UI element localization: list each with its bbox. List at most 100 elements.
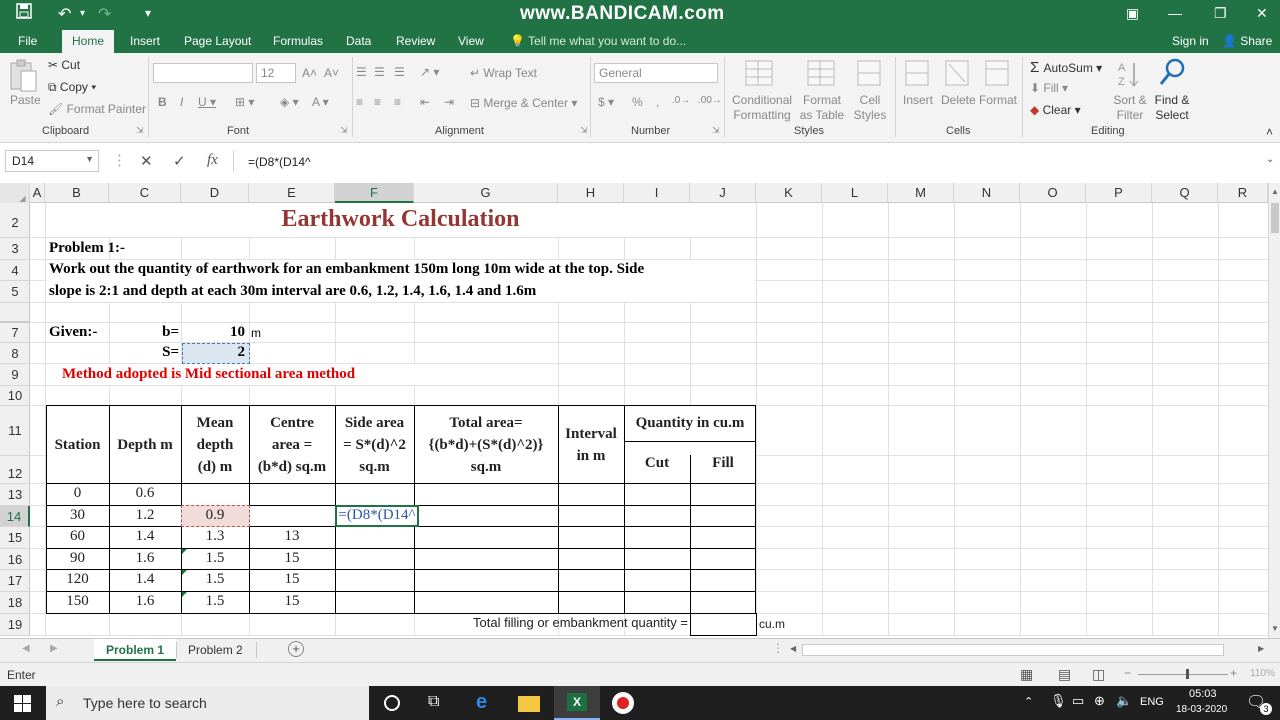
accounting-icon[interactable]: $ ▾	[598, 95, 614, 109]
conditional-formatting-button[interactable]: Conditional Formatting	[732, 93, 792, 123]
task-view-icon[interactable]: ⧉	[428, 693, 439, 711]
row-header-2[interactable]: 2	[0, 203, 30, 238]
total-value-cell[interactable]	[690, 613, 757, 636]
row-header-8[interactable]: 8	[0, 343, 30, 364]
vertical-scrollbar[interactable]: ▲ ▼	[1268, 183, 1280, 638]
insert-cells-button[interactable]: Insert	[903, 93, 933, 107]
col-header-h[interactable]: H	[558, 183, 624, 203]
font-size-box[interactable]: 12	[256, 63, 296, 83]
new-sheet-icon[interactable]: +	[288, 641, 304, 657]
row-header-5[interactable]: 5	[0, 281, 30, 303]
cancel-entry-icon[interactable]: ✕	[140, 152, 153, 170]
active-cell-formula[interactable]: =(D8*(D14^	[330, 507, 424, 524]
formula-input[interactable]: =(D8*(D14^	[248, 155, 311, 169]
col-header-o[interactable]: O	[1020, 183, 1086, 203]
sort-filter-button[interactable]: Sort & Filter	[1110, 93, 1150, 123]
delete-cells-button[interactable]: Delete	[941, 93, 976, 107]
worksheet-grid[interactable]: Earthwork Calculation Problem 1:- Work o…	[30, 203, 1268, 636]
row-header-10[interactable]: 10	[0, 386, 30, 406]
tab-review[interactable]: Review	[396, 34, 435, 48]
paste-button[interactable]: Paste	[10, 93, 41, 107]
row-header-13[interactable]: 13	[0, 484, 30, 506]
row-header-14[interactable]: 14	[0, 506, 30, 527]
select-all-corner[interactable]: ◢	[0, 183, 30, 203]
percent-icon[interactable]: %	[632, 95, 643, 109]
tell-me-box[interactable]: 💡 Tell me what you want to do...	[510, 34, 686, 48]
find-select-icon[interactable]	[1158, 57, 1188, 92]
insert-function-icon[interactable]: fx	[207, 152, 218, 169]
zoom-slider[interactable]	[1138, 674, 1228, 675]
font-name-box[interactable]	[153, 63, 253, 83]
tab-home[interactable]: Home	[62, 30, 115, 53]
scroll-right-icon[interactable]: ▶	[1258, 644, 1264, 653]
page-break-view-icon[interactable]: ◫	[1092, 666, 1105, 683]
col-header-j[interactable]: J	[690, 183, 756, 203]
col-header-n[interactable]: N	[954, 183, 1020, 203]
row-header-16[interactable]: 16	[0, 549, 30, 570]
tab-split-grip-icon[interactable]: ⋮	[772, 641, 784, 655]
col-header-d[interactable]: D	[181, 183, 249, 203]
col-header-e[interactable]: E	[249, 183, 335, 203]
comma-icon[interactable]: ,	[656, 95, 659, 109]
format-cells-button[interactable]: Format	[979, 93, 1017, 107]
row-header-7[interactable]: 7	[0, 323, 30, 343]
zoom-in-icon[interactable]: +	[1230, 666, 1237, 680]
clear-button[interactable]: ◆ Clear ▾	[1030, 103, 1081, 117]
scroll-left-icon[interactable]: ◀	[790, 644, 796, 653]
col-header-c[interactable]: C	[109, 183, 181, 203]
col-header-r[interactable]: R	[1218, 183, 1268, 203]
alignment-launcher-icon[interactable]: ⇲	[580, 125, 588, 136]
tab-insert[interactable]: Insert	[130, 34, 160, 48]
name-box-dropdown-icon[interactable]: ▼	[85, 154, 94, 164]
row-header-17[interactable]: 17	[0, 570, 30, 592]
cell-styles-button[interactable]: Cell Styles	[850, 93, 890, 123]
fill-color-icon[interactable]: ◈ ▾	[280, 95, 299, 109]
bandicam-icon[interactable]	[612, 692, 634, 714]
decrease-indent-icon[interactable]: ⇤	[420, 95, 430, 109]
undo-dropdown-icon[interactable]: ▾	[80, 8, 85, 19]
autosum-button[interactable]: Σ AutoSum ▾	[1030, 59, 1102, 76]
microphone-icon[interactable]: 🎙	[1050, 693, 1067, 709]
row-header-15[interactable]: 15	[0, 527, 30, 549]
collapse-ribbon-icon[interactable]: ˄	[1266, 125, 1273, 139]
horizontal-scroll-thumb[interactable]	[802, 644, 1224, 656]
cortana-icon[interactable]	[384, 695, 400, 711]
align-center-icon[interactable]: ≡	[374, 95, 381, 109]
number-launcher-icon[interactable]: ⇲	[712, 125, 720, 136]
grow-font-icon[interactable]: A˄	[302, 66, 317, 80]
enter-check-icon[interactable]: ✓	[173, 152, 186, 170]
cell-styles-icon[interactable]	[856, 59, 884, 92]
copy-button[interactable]: ⧉ Copy ▾	[48, 80, 96, 95]
row-header-9[interactable]: 9	[0, 364, 30, 386]
col-header-p[interactable]: P	[1086, 183, 1152, 203]
sheet-tab-problem-1[interactable]: Problem 1	[94, 639, 177, 661]
tab-formulas[interactable]: Formulas	[273, 34, 323, 48]
share-button[interactable]: 👤 Share	[1222, 34, 1272, 48]
col-header-k[interactable]: K	[756, 183, 822, 203]
align-bottom-icon[interactable]: ☰	[394, 65, 405, 79]
row-header-3[interactable]: 3	[0, 238, 30, 260]
edge-icon[interactable]: e	[476, 691, 487, 714]
minimize-icon[interactable]: —	[1168, 5, 1182, 21]
normal-view-icon[interactable]: ▦	[1020, 666, 1033, 683]
sort-filter-icon[interactable]: AZ	[1116, 59, 1144, 92]
row-header-19[interactable]: 19	[0, 614, 30, 636]
page-layout-view-icon[interactable]: ▤	[1058, 666, 1071, 683]
col-header-i[interactable]: I	[624, 183, 690, 203]
tab-data[interactable]: Data	[346, 34, 371, 48]
tab-file[interactable]: File	[18, 34, 37, 48]
tab-page-layout[interactable]: Page Layout	[184, 34, 251, 48]
scroll-down-icon[interactable]: ▼	[1271, 624, 1279, 633]
clock-date[interactable]: 18-03-2020	[1176, 704, 1227, 715]
col-header-b[interactable]: B	[45, 183, 109, 203]
scroll-up-icon[interactable]: ▲	[1271, 187, 1279, 196]
file-explorer-icon[interactable]	[518, 696, 540, 712]
col-header-a[interactable]: A	[30, 183, 45, 203]
format-cells-icon[interactable]	[984, 59, 1010, 92]
restore-icon[interactable]: ❐	[1214, 5, 1227, 22]
format-painter-button[interactable]: 🖌 Format Painter	[48, 102, 146, 116]
sheet-tab-problem-2[interactable]: Problem 2	[176, 639, 255, 661]
ribbon-display-icon[interactable]: ▣	[1126, 5, 1139, 22]
battery-icon[interactable]: ▭	[1072, 693, 1084, 709]
italic-icon[interactable]: I	[180, 95, 183, 109]
